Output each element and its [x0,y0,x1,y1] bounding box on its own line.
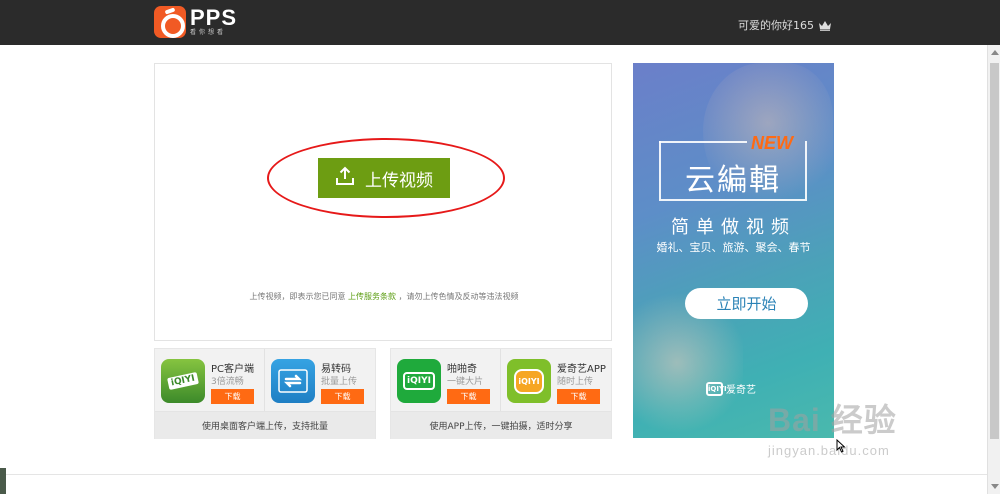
user-greeting[interactable]: 可爱的你好165 [738,17,832,33]
app-name: 啪啪奇 [447,364,477,375]
pps-logo[interactable]: PPS 看你想看 [154,5,237,39]
app-transcoder: 易转码 批量上传 下载 [265,349,375,411]
desktop-client-panel: iQIYI PC客户端 3倍流畅 下载 易转码 批量上传 下载 使用桌面客户端上… [154,348,376,439]
ad-subtitle: 简单做视频 [671,217,796,238]
iqiyi-logo-icon: iQIYI [706,381,727,396]
pc-client-icon: iQIYI [161,359,205,403]
transcoder-icon [271,359,315,403]
cloud-editor-ad[interactable]: NEW 云編輯 简单做视频 婚礼、宝贝、旅游、聚会、春节 立即开始 iQIYI … [633,63,834,438]
download-button-iqiyi[interactable]: 下载 [557,389,600,404]
start-now-button[interactable]: 立即开始 [685,288,808,319]
app-desc: 一键大片 [447,377,484,387]
app-name: 爱奇艺APP [557,364,606,375]
iqiyi-app-icon: iQIYI [507,359,551,403]
ad-brand-label: 爱奇艺 [726,385,756,396]
logo-wordmark: PPS [190,5,238,30]
app-pc-client: iQIYI PC客户端 3倍流畅 下载 [155,349,265,411]
vertical-scrollbar[interactable] [987,45,1000,494]
ad-brand: iQIYI 爱奇艺 [706,381,756,396]
app-desc: 3倍流畅 [211,377,244,387]
upload-video-button[interactable]: 上传视频 [318,158,450,198]
scroll-thumb[interactable] [990,63,999,439]
upload-button-label: 上传视频 [365,170,433,191]
username-label[interactable]: 可爱的你好165 [738,17,814,33]
crown-icon [818,20,832,31]
upload-icon [335,166,355,191]
side-tab[interactable] [0,468,6,494]
app-desc: 随时上传 [557,377,594,387]
app-name: PC客户端 [211,364,255,375]
app-papaqi: iQIYI 啪啪奇 一键大片 下载 [391,349,501,411]
logo-tagline: 看你想看 [190,29,227,36]
ad-title: 云編輯 [685,163,781,198]
download-button-papaqi[interactable]: 下载 [447,389,490,404]
ad-new-badge: NEW [751,133,793,153]
app-name: 易转码 [321,364,351,375]
app-desc: 批量上传 [321,377,358,387]
upload-area: 上传视频 上传视频，即表示您已同意 上传服务条款 ，请勿上传色情及反动等违法视频 [154,63,612,341]
scroll-up-arrow-icon[interactable] [991,50,999,55]
mouse-cursor-icon [836,438,846,457]
download-button-transcoder[interactable]: 下载 [321,389,364,404]
app-iqiyi: iQIYI 爱奇艺APP 随时上传 下载 [501,349,611,411]
footer-divider [0,474,987,475]
scroll-down-arrow-icon[interactable] [991,484,999,489]
mobile-app-panel: iQIYI 啪啪奇 一键大片 下载 iQIYI 爱奇艺APP 随时上传 下载 使… [390,348,612,439]
ad-tags: 婚礼、宝贝、旅游、聚会、春节 [656,241,811,254]
top-nav-bar: PPS 看你想看 可爱的你好165 [0,0,1000,45]
terms-link[interactable]: 上传服务条款 [348,292,396,301]
baidu-jingyan-watermark: Bai 经验 jingyan.baidu.com [768,402,897,458]
download-button-pc-client[interactable]: 下载 [211,389,254,404]
desktop-panel-caption: 使用桌面客户端上传，支持批量 [155,411,375,439]
papaqi-icon: iQIYI [397,359,441,403]
mobile-panel-caption: 使用APP上传，一键拍摄，适时分享 [391,411,611,439]
pps-logo-icon [154,6,186,38]
upload-terms: 上传视频，即表示您已同意 上传服务条款 ，请勿上传色情及反动等违法视频 [249,292,519,301]
